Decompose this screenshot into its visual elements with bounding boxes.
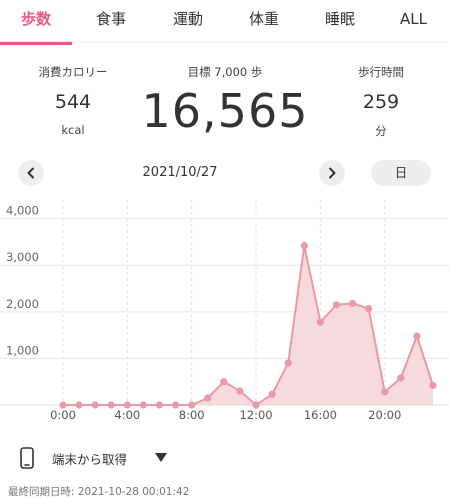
calories-value: 544 bbox=[54, 91, 92, 113]
walk-time-label: 歩行時間 bbox=[358, 65, 404, 79]
x-tick-label: 0:00 bbox=[50, 408, 76, 422]
data-point bbox=[381, 388, 389, 396]
caret-down-icon bbox=[155, 453, 168, 462]
phone-icon bbox=[20, 447, 34, 469]
chevron-right-icon bbox=[329, 167, 336, 179]
data-source-selector[interactable]: 端末から取得 bbox=[20, 444, 168, 472]
data-point bbox=[123, 401, 131, 409]
last-sync-time: 最終同期日時: 2021-10-28 00:01:42 bbox=[8, 486, 190, 498]
x-tick-label: 8:00 bbox=[179, 408, 205, 422]
tab-weight[interactable]: 体重 bbox=[226, 0, 302, 41]
x-tick-label: 16:00 bbox=[304, 408, 337, 422]
data-point bbox=[365, 304, 373, 313]
data-point bbox=[220, 378, 228, 386]
data-point bbox=[397, 374, 405, 382]
previous-day-button[interactable] bbox=[18, 160, 44, 186]
data-point bbox=[236, 387, 244, 395]
y-tick-label: 2,000 bbox=[6, 297, 39, 311]
tab-bar: 歩数 食事 運動 体重 睡眠 ALL bbox=[0, 0, 449, 45]
data-point bbox=[75, 401, 83, 409]
calories-label: 消費カロリー bbox=[38, 65, 108, 79]
data-point bbox=[59, 401, 67, 409]
tab-sleep[interactable]: 睡眠 bbox=[302, 0, 378, 41]
data-point bbox=[91, 401, 99, 409]
data-point bbox=[413, 332, 421, 340]
data-point bbox=[284, 359, 292, 367]
tab-all[interactable]: ALL bbox=[378, 0, 449, 41]
chevron-left-icon bbox=[27, 167, 34, 179]
current-date: 2021/10/27 bbox=[142, 165, 218, 180]
x-tick-label: 12:00 bbox=[239, 408, 272, 422]
tab-exercise[interactable]: 運動 bbox=[150, 0, 226, 41]
walk-time-value: 259 bbox=[362, 91, 400, 113]
step-count: 16,565 bbox=[141, 84, 309, 138]
data-point bbox=[316, 318, 324, 326]
data-point bbox=[139, 401, 148, 409]
goal-label: 目標 7,000 歩 bbox=[187, 65, 263, 79]
data-point bbox=[172, 401, 180, 409]
data-point bbox=[188, 401, 196, 409]
data-point bbox=[268, 390, 276, 398]
steps-chart: 1,000 2,000 3,000 4,000 0:00 4:00 8:00 12:00 16:… bbox=[0, 200, 449, 422]
y-tick-label: 4,000 bbox=[6, 204, 39, 218]
period-day-button[interactable]: 日 bbox=[371, 160, 431, 186]
data-point bbox=[348, 299, 357, 308]
walk-time-unit: 分 bbox=[375, 124, 387, 138]
data-point bbox=[107, 401, 115, 409]
series-area bbox=[63, 245, 433, 405]
calories-unit: kcal bbox=[61, 123, 85, 137]
data-point bbox=[429, 381, 437, 390]
y-tick-label: 3,000 bbox=[6, 250, 39, 264]
data-point bbox=[252, 401, 260, 409]
tab-steps[interactable]: 歩数 bbox=[0, 0, 72, 45]
data-point bbox=[155, 401, 164, 409]
tab-meals[interactable]: 食事 bbox=[72, 0, 150, 41]
x-tick-label: 20:00 bbox=[368, 408, 401, 422]
y-tick-label: 1,000 bbox=[6, 343, 39, 357]
data-point bbox=[204, 394, 212, 402]
data-source-label: 端末から取得 bbox=[52, 451, 128, 467]
data-point bbox=[300, 242, 308, 250]
next-day-button[interactable] bbox=[319, 160, 345, 186]
data-point bbox=[332, 301, 341, 309]
x-tick-label: 4:00 bbox=[114, 408, 140, 422]
